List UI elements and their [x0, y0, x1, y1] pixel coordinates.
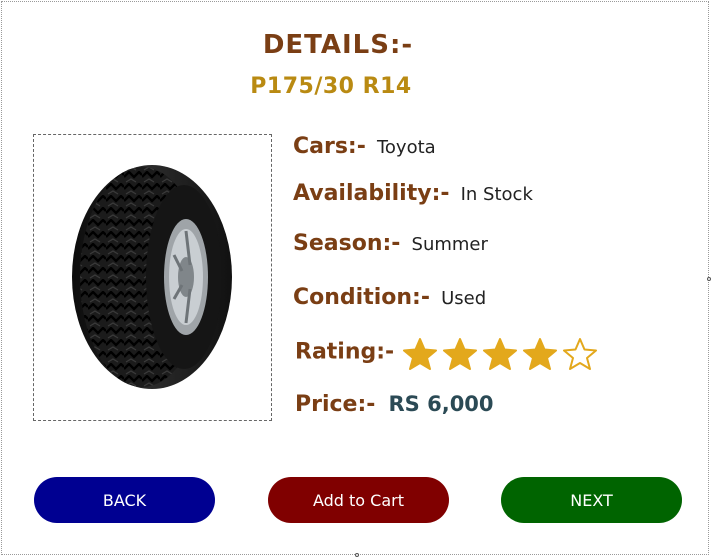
- season-label: Season:-: [293, 231, 401, 256]
- cars-label: Cars:-: [293, 134, 366, 159]
- rating-row: Rating:-: [295, 338, 598, 370]
- star-filled-icon: [523, 338, 558, 370]
- page-title: DETAILS:-: [262, 30, 414, 60]
- availability-row: Availability:- In Stock: [293, 181, 533, 206]
- rating-label: Rating:-: [295, 339, 395, 365]
- star-empty-icon: [563, 338, 598, 370]
- availability-label: Availability:-: [293, 181, 450, 206]
- star-filled-icon: [403, 338, 438, 370]
- add-to-cart-button[interactable]: Add to Cart: [268, 477, 449, 523]
- star-filled-icon: [483, 338, 518, 370]
- cars-value: Toyota: [376, 137, 436, 158]
- price-label: Price:-: [295, 392, 376, 417]
- tire-icon: [72, 165, 232, 389]
- availability-value: In Stock: [460, 184, 533, 205]
- condition-row: Condition:- Used: [293, 285, 486, 310]
- resize-handle-right[interactable]: [707, 277, 711, 281]
- price-value: RS 6,000: [388, 392, 494, 416]
- next-button[interactable]: NEXT: [501, 477, 682, 523]
- season-value: Summer: [411, 234, 488, 255]
- condition-label: Condition:-: [293, 285, 430, 310]
- resize-handle-bottom[interactable]: [355, 553, 359, 557]
- product-image: [33, 134, 272, 421]
- star-rating: [403, 338, 598, 370]
- season-row: Season:- Summer: [293, 231, 488, 256]
- price-row: Price:- RS 6,000: [295, 392, 494, 417]
- tire-size: P175/30 R14: [250, 74, 412, 99]
- star-filled-icon: [443, 338, 478, 370]
- condition-value: Used: [441, 288, 487, 309]
- cars-row: Cars:- Toyota: [293, 134, 436, 159]
- back-button[interactable]: BACK: [34, 477, 215, 523]
